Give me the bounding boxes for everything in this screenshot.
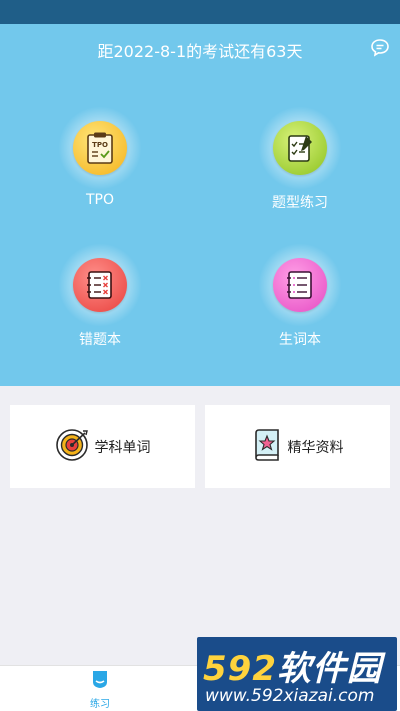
watermark-url: www.592xiazai.com bbox=[205, 686, 375, 706]
checklist-pencil-icon bbox=[273, 121, 327, 175]
site-watermark-logo: 592软件园 www.592xiazai.com bbox=[197, 637, 397, 711]
tile-label: TPO bbox=[85, 192, 114, 208]
tile-wrong-answers[interactable]: 错题本 bbox=[45, 243, 155, 349]
card-label: 精华资料 bbox=[287, 439, 344, 456]
tab-label: 练习 bbox=[90, 699, 110, 710]
card-essential-materials[interactable]: 精华资料 bbox=[205, 405, 390, 488]
exam-countdown: 距2022-8-1的考试还有63天 bbox=[97, 42, 303, 61]
tab-practice[interactable]: 练习 bbox=[0, 666, 200, 711]
card-label: 学科单词 bbox=[94, 439, 151, 456]
star-book-icon bbox=[252, 428, 282, 466]
practice-icon bbox=[0, 669, 200, 693]
hero-panel: 距2022-8-1的考试还有63天 TPO TPO 题型练习 错题本 生词本 bbox=[0, 24, 400, 386]
card-subject-words[interactable]: 学科单词 bbox=[10, 405, 195, 488]
tile-label: 题型练习 bbox=[272, 195, 328, 211]
chat-bubble-icon[interactable] bbox=[370, 38, 390, 58]
vocabulary-notebook-icon bbox=[273, 258, 327, 312]
tile-vocabulary[interactable]: 生词本 bbox=[245, 243, 355, 349]
tile-label: 生词本 bbox=[279, 332, 321, 348]
tile-tpo[interactable]: TPO TPO bbox=[45, 106, 155, 208]
target-icon bbox=[55, 428, 89, 466]
watermark-brand: 592软件园 bbox=[203, 649, 382, 689]
svg-text:TPO: TPO bbox=[92, 141, 108, 149]
tpo-clipboard-icon: TPO bbox=[73, 121, 127, 175]
tile-question-practice[interactable]: 题型练习 bbox=[245, 106, 355, 212]
tile-label: 错题本 bbox=[79, 332, 121, 348]
wrong-answers-list-icon bbox=[73, 258, 127, 312]
status-bar bbox=[0, 0, 400, 24]
